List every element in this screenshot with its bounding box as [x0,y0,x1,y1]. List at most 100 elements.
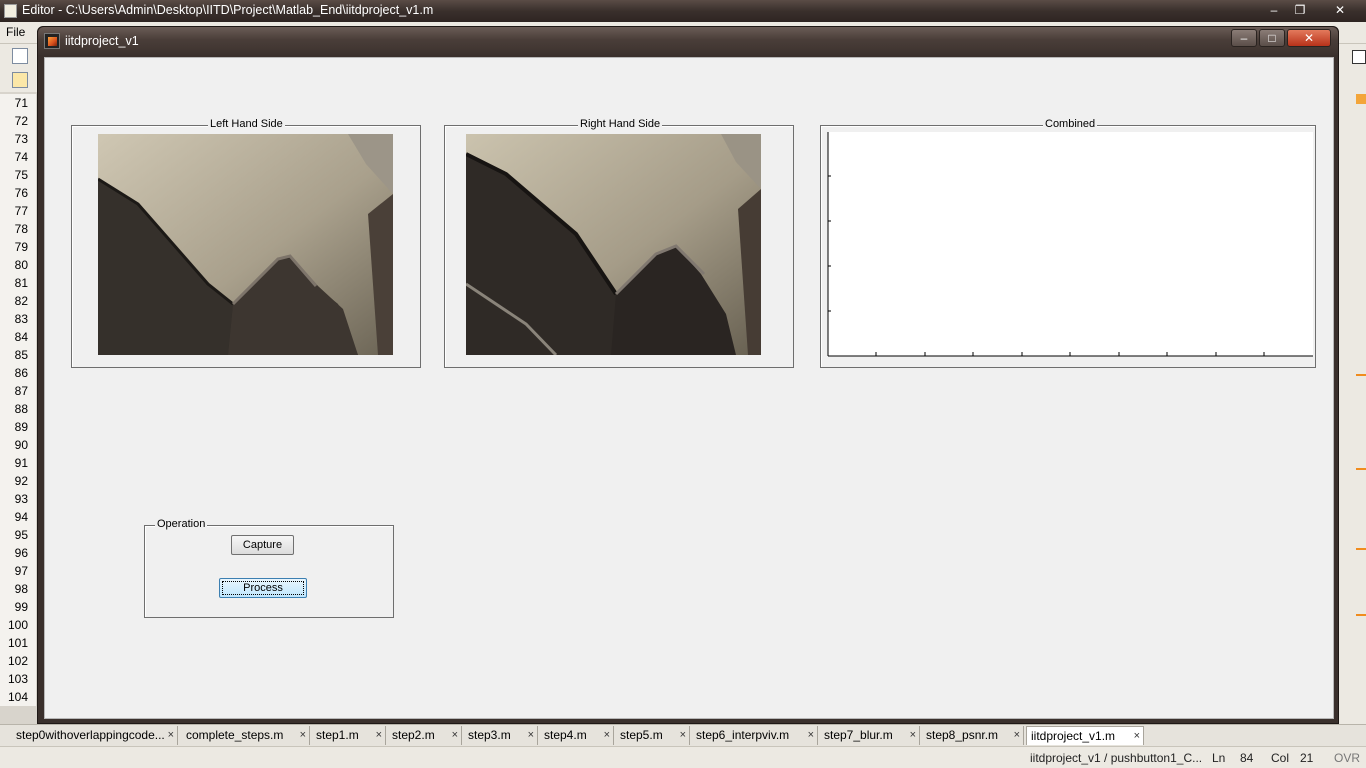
editor-tab[interactable]: step1.m × [312,726,386,745]
editor-tab[interactable]: step5.m × [616,726,690,745]
left-camera-picture [98,134,393,355]
editor-window-title: Editor - C:\Users\Admin\Desktop\IITD\Pro… [22,3,434,17]
left-hand-side-panel: Left Hand Side [71,118,421,368]
warning-indicator-icon [1356,94,1366,104]
editor-tab[interactable]: step4.m × [540,726,614,745]
editor-tab-label: step5.m [620,728,663,742]
line-number: 90 [14,438,28,452]
line-number: 84 [14,330,28,344]
line-number: 100 [7,618,28,632]
line-number: 93 [14,492,28,506]
editor-minimize-button[interactable]: – [1262,2,1286,18]
tab-close-icon[interactable]: × [910,726,916,744]
editor-close-button[interactable]: ✕ [1328,2,1352,18]
tab-close-icon[interactable]: × [528,726,534,744]
line-number: 96 [14,546,28,560]
new-file-icon[interactable] [12,48,28,64]
line-number: 103 [7,672,28,686]
editor-app-icon [4,4,17,18]
tab-close-icon[interactable]: × [300,726,306,744]
editor-right-strip [1338,44,1366,724]
editor-tab[interactable]: step6_interpviv.m × [692,726,818,745]
line-number: 79 [14,240,28,254]
tab-close-icon[interactable]: × [1014,726,1020,744]
line-number-gutter: 71 72 73 74 75 76 77 78 79 80 81 82 83 84 85 86 87 88 89 90… [0,94,36,706]
line-number: 87 [14,384,28,398]
tab-close-icon[interactable]: × [1134,727,1140,745]
line-number: 88 [14,402,28,416]
editor-tab-label: step6_interpviv.m [696,728,790,742]
tab-close-icon[interactable]: × [604,726,610,744]
editor-tab-label: step0withoverlappingcode... [16,728,165,742]
figure-titlebar[interactable]: iitdproject_v1 – □ ✕ [38,27,1338,55]
editor-tab[interactable]: step3.m × [464,726,538,745]
editor-tab-label: step4.m [544,728,587,742]
figure-minimize-button[interactable]: – [1231,29,1257,47]
menu-file[interactable]: File [6,25,25,39]
line-number: 102 [7,654,28,668]
line-number: 83 [14,312,28,326]
line-number: 104 [7,690,28,704]
status-bar: iitdproject_v1 / pushbutton1_C... Ln 84 … [0,746,1366,768]
figure-maximize-button[interactable]: □ [1259,29,1285,47]
line-number: 77 [14,204,28,218]
line-number: 89 [14,420,28,434]
editor-titlebar: Editor - C:\Users\Admin\Desktop\IITD\Pro… [0,0,1366,22]
matlab-logo-icon [44,33,60,49]
line-marker[interactable] [1356,374,1366,376]
line-number: 78 [14,222,28,236]
status-ln-value: 84 [1240,751,1254,765]
line-number: 81 [14,276,28,290]
left-camera-image [98,134,393,355]
operation-panel: Operation Capture Process [144,518,394,618]
line-number: 98 [14,582,28,596]
status-ln-label: Ln [1212,751,1226,765]
figure-title: iitdproject_v1 [65,34,139,48]
status-col-label: Col [1271,751,1290,765]
line-number: 71 [14,96,28,110]
right-hand-side-panel: Right Hand Side [444,118,794,368]
editor-tab[interactable]: step8_psnr.m × [922,726,1024,745]
figure-canvas: Left Hand Side Right Hand Side Combined … [44,57,1334,719]
line-marker[interactable] [1356,614,1366,616]
editor-tab-label: step7_blur.m [824,728,893,742]
operation-panel-title: Operation [155,518,208,530]
line-number: 92 [14,474,28,488]
editor-tab-label: step3.m [468,728,511,742]
editor-tab-label: step1.m [316,728,359,742]
status-context: iitdproject_v1 / pushbutton1_C... [1030,751,1203,765]
editor-restore-button[interactable]: ❐ [1288,2,1312,18]
figure-close-button[interactable]: ✕ [1287,29,1331,47]
capture-button[interactable]: Capture [231,535,294,555]
process-button[interactable]: Process [219,578,307,598]
tab-close-icon[interactable]: × [376,726,382,744]
tab-close-icon[interactable]: × [680,726,686,744]
combined-panel-title: Combined [1043,118,1098,130]
editor-tab[interactable]: complete_steps.m × [182,726,310,745]
right-camera-picture [466,134,761,355]
combined-axes [827,132,1313,357]
line-number: 86 [14,366,28,380]
editor-tab-label: complete_steps.m [186,728,284,742]
right-panel-title: Right Hand Side [578,118,663,130]
tab-close-icon[interactable]: × [168,726,174,744]
editor-tab-bar: step0withoverlappingcode... × complete_ste… [0,724,1366,746]
line-marker[interactable] [1356,548,1366,550]
tab-close-icon[interactable]: × [808,726,814,744]
right-camera-image [466,134,761,355]
editor-tab[interactable]: step2.m × [388,726,462,745]
editor-tab-label: step8_psnr.m [926,728,999,742]
line-number: 74 [14,150,28,164]
line-number: 101 [7,636,28,650]
editor-tab[interactable]: step0withoverlappingcode... × [12,726,178,745]
editor-tab-label: iitdproject_v1.m [1031,729,1116,743]
line-number: 82 [14,294,28,308]
line-number: 95 [14,528,28,542]
tab-close-icon[interactable]: × [452,726,458,744]
insert-cell-icon[interactable] [12,72,28,88]
editor-tab[interactable]: iitdproject_v1.m × [1026,726,1144,745]
line-marker[interactable] [1356,468,1366,470]
line-number: 91 [14,456,28,470]
editor-tab[interactable]: step7_blur.m × [820,726,920,745]
maximize-panel-icon[interactable] [1352,50,1366,64]
